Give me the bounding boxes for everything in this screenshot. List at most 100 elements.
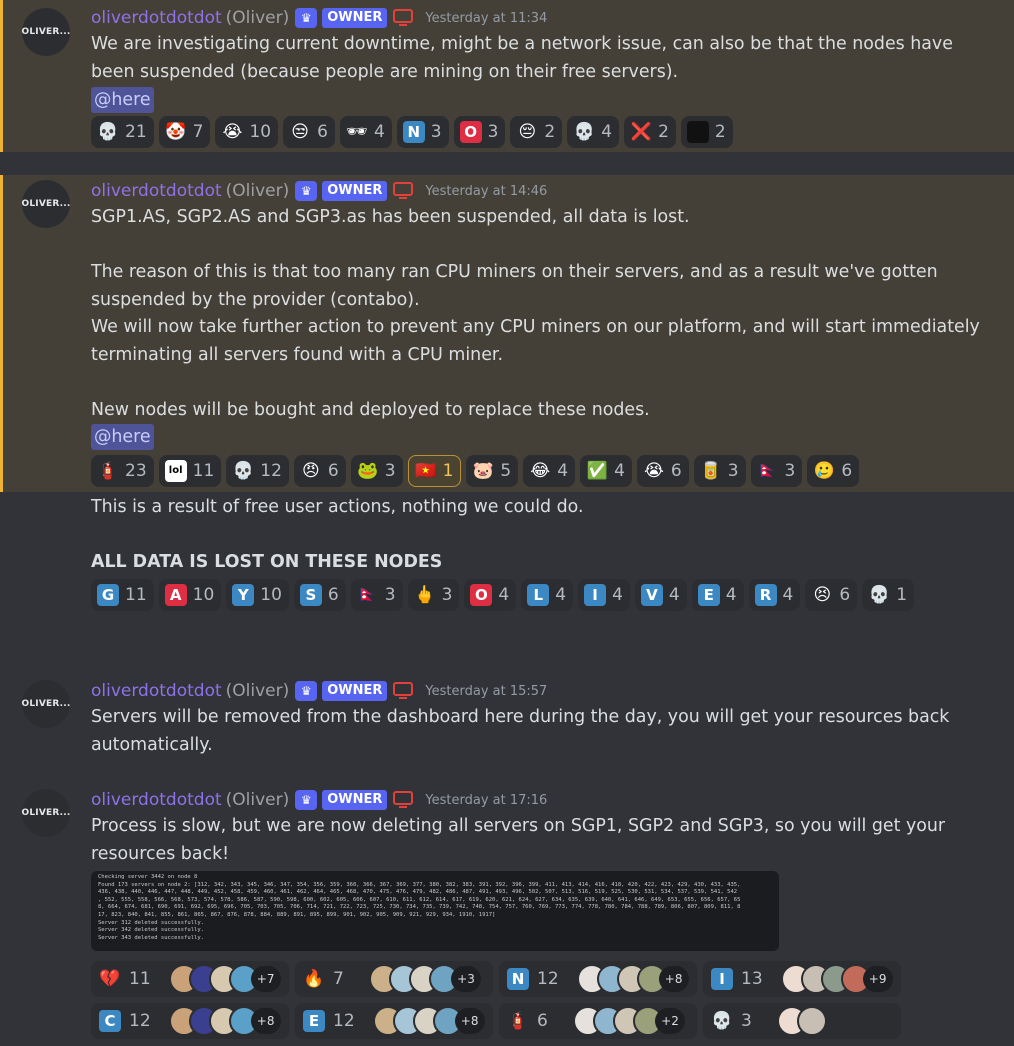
message-bold-text: ALL DATA IS LOST ON THESE NODES — [91, 552, 443, 572]
reaction-count: 11 — [192, 461, 215, 481]
emoji-icon: 🐸 — [357, 461, 379, 481]
message-text: This is a result of free user actions, n… — [91, 497, 584, 517]
reaction-button[interactable]: 💀 4 — [567, 116, 620, 148]
reaction-button[interactable]: O3 — [453, 116, 506, 148]
emoji-icon: 🧯 — [97, 461, 119, 481]
console-line: Server 343 deleted successfully. — [98, 934, 204, 941]
reaction-button[interactable]: 😠 6 — [293, 455, 346, 487]
reaction-button[interactable]: E 12 +8 — [295, 1003, 493, 1039]
reaction-button[interactable]: 🧯 23 — [91, 455, 154, 487]
reaction-button[interactable]: 😣 6 — [805, 579, 858, 611]
avatar[interactable]: OLIVER... — [22, 789, 70, 837]
username[interactable]: oliverdotdotdot — [91, 8, 222, 28]
timestamp[interactable]: Yesterday at 17:16 — [425, 793, 547, 808]
reaction-count: 10 — [260, 585, 282, 605]
reactions: 💀 21 🤡 7 😭 10 😒 6 🕶 4 N 3 O 3 😔 2 💀 4 ❌ 2 2 — [91, 116, 733, 148]
reaction-count: 4 — [555, 585, 567, 605]
reaction-button[interactable]: 🤡 7 — [158, 116, 211, 148]
timestamp[interactable]: Yesterday at 14:46 — [425, 184, 547, 199]
reactor-avatars: +3 — [369, 964, 481, 994]
avatar[interactable]: OLIVER... — [22, 8, 70, 56]
reaction-count: 7 — [333, 969, 344, 989]
reaction-count: 3 — [441, 585, 453, 605]
reaction-count: 3 — [384, 585, 396, 605]
reaction-button[interactable]: 💀 12 — [226, 455, 289, 487]
nickname: (Oliver) — [225, 181, 290, 201]
more-reactors-count: +3 — [451, 966, 481, 992]
monitor-icon — [393, 681, 414, 701]
reaction-button[interactable]: N3 — [396, 116, 449, 148]
reaction-button[interactable]: I4 — [578, 579, 630, 611]
reaction-button[interactable]: 😒 6 — [283, 116, 335, 148]
username[interactable]: oliverdotdotdot — [91, 681, 222, 701]
console-line: Checking server 3442 on node 8 — [98, 874, 198, 880]
console-line: Server 342 deleted successfully. — [98, 927, 204, 934]
letter-e-icon: E — [697, 584, 720, 606]
reaction-button[interactable]: 💔 11 +7 — [91, 961, 289, 997]
reaction-button[interactable]: 💀 3 — [703, 1003, 901, 1039]
reaction-button[interactable]: 😭 6 — [636, 455, 689, 487]
reaction-count: 2 — [544, 122, 556, 142]
reaction-button[interactable]: S6 — [293, 579, 346, 611]
reaction-button[interactable]: 🧯 6 +2 — [499, 1003, 697, 1039]
emoji-icon: 😭 — [643, 461, 664, 481]
reaction-button[interactable]: G 11 — [91, 579, 154, 611]
reaction-button[interactable]: 💀 21 — [91, 116, 154, 148]
reaction-count: 13 — [741, 969, 763, 989]
reaction-button[interactable]: ❌ 2 — [624, 116, 676, 148]
reaction-button[interactable]: 🇳🇵 3 — [350, 579, 403, 611]
reaction-button[interactable]: Y 10 — [226, 579, 289, 611]
reaction-button[interactable]: 😂 4 — [523, 455, 576, 487]
reaction-count: 6 — [841, 461, 853, 481]
reaction-button[interactable]: 🥲 6 — [807, 455, 860, 487]
reaction-button[interactable]: 😔 2 — [510, 116, 563, 148]
username[interactable]: oliverdotdotdot — [91, 181, 222, 201]
reactor-avatars: +8 — [576, 964, 689, 994]
avatar[interactable]: OLIVER... — [22, 180, 70, 228]
reaction-button[interactable]: V4 — [634, 579, 687, 611]
owner-badge: OWNER — [322, 790, 388, 810]
reaction-button[interactable]: lol 11 — [158, 455, 222, 487]
timestamp[interactable]: Yesterday at 15:57 — [425, 684, 547, 699]
reactor-avatars: +7 — [168, 964, 281, 994]
emoji-icon: 💀 — [711, 1011, 733, 1031]
reaction-button[interactable]: 🇻🇳 1 — [407, 455, 462, 487]
reaction-button[interactable]: 🐷 5 — [466, 455, 519, 487]
reaction-button[interactable]: 🐸 3 — [350, 455, 403, 487]
nickname: (Oliver) — [225, 8, 290, 28]
reaction-count: 10 — [192, 585, 215, 605]
reaction-button[interactable]: A 10 — [158, 579, 222, 611]
here-mention[interactable]: @here — [91, 87, 154, 113]
message-header: oliverdotdotdot (Oliver) ♛ OWNER Yesterd… — [91, 789, 547, 811]
reaction-button[interactable]: 💀 1 — [862, 579, 915, 611]
reaction-button[interactable]: O4 — [464, 579, 517, 611]
reaction-button[interactable]: L4 — [521, 579, 574, 611]
reaction-count: 11 — [125, 585, 147, 605]
reaction-button[interactable]: C 12 +8 — [91, 1003, 289, 1039]
avatar[interactable]: OLIVER... — [22, 680, 70, 728]
letter-i-icon: I — [711, 968, 733, 990]
here-mention[interactable]: @here — [91, 424, 154, 450]
reaction-button[interactable]: 2 — [680, 116, 733, 148]
screenshot-attachment[interactable]: Checking server 3442 on node 8 Found 173 … — [91, 871, 779, 951]
reaction-button[interactable]: 🕶 4 — [339, 116, 392, 148]
reaction-button[interactable]: N 12 +8 — [499, 961, 697, 997]
username[interactable]: oliverdotdotdot — [91, 790, 222, 810]
emoji-icon: 🐷 — [472, 461, 494, 481]
reaction-button[interactable]: R4 — [748, 579, 801, 611]
reaction-button[interactable]: E4 — [691, 579, 744, 611]
monitor-icon — [393, 8, 414, 28]
emoji-icon: 😣 — [813, 585, 832, 605]
reaction-button[interactable]: ✅ 4 — [580, 455, 632, 487]
reaction-button[interactable]: 🇳🇵 3 — [750, 455, 803, 487]
reaction-button[interactable]: 🥫 3 — [693, 455, 746, 487]
emoji-icon: 😒 — [291, 122, 309, 142]
console-line: 17, 823, 840, 841, 855, 861, 865, 867, 8… — [98, 911, 496, 918]
reaction-button[interactable]: 🖕 3 — [407, 579, 460, 611]
timestamp[interactable]: Yesterday at 11:34 — [425, 11, 547, 26]
letter-n-icon: N — [402, 121, 425, 143]
reaction-button[interactable]: I 13 +9 — [703, 961, 901, 997]
reaction-button[interactable]: 🔥 7 +3 — [295, 961, 493, 997]
reaction-button[interactable]: 😭 10 — [215, 116, 279, 148]
reaction-count: 1 — [896, 585, 908, 605]
